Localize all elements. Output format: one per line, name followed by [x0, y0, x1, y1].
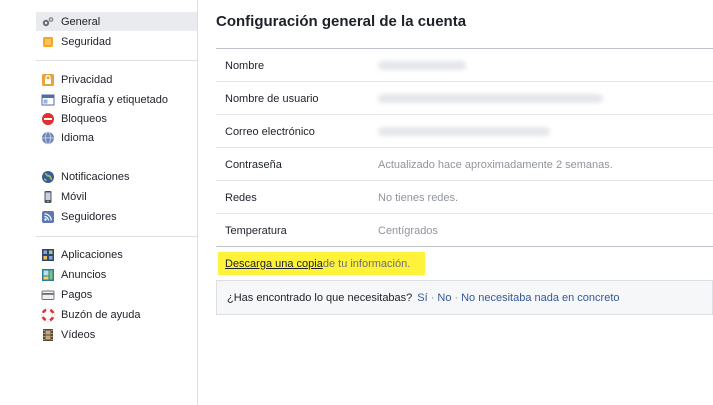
sidebar-item-label: Anuncios	[61, 268, 107, 281]
setting-label: Redes	[225, 192, 257, 204]
sidebar-item-apps[interactable]: Aplicaciones	[36, 245, 197, 264]
apps-icon	[41, 248, 55, 262]
sidebar-item-label: General	[61, 15, 101, 28]
sidebar-item-label: Aplicaciones	[61, 248, 123, 261]
download-info-highlight: Descarga una copia de tu información.	[218, 252, 425, 275]
sidebar-item-label: Móvil	[61, 190, 87, 203]
phone-icon	[41, 190, 55, 204]
sidebar-item-general[interactable]: General	[36, 12, 197, 31]
sidebar-item-followers[interactable]: Seguidores	[36, 207, 197, 226]
sidebar-item-privacy[interactable]: Privacidad	[36, 70, 197, 89]
gears-icon	[41, 15, 55, 29]
sidebar-item-mobile[interactable]: Móvil	[36, 187, 197, 206]
download-copy-link[interactable]: Descarga una copia	[225, 258, 323, 270]
redacted-value	[378, 127, 550, 136]
block-icon	[41, 112, 55, 126]
setting-label: Nombre de usuario	[225, 93, 319, 105]
settings-main: Configuración general de la cuenta Nombr…	[216, 0, 713, 405]
sidebar-item-language[interactable]: Idioma	[36, 128, 197, 147]
feedback-yes-link[interactable]: Sí	[417, 292, 427, 304]
setting-label: Nombre	[225, 60, 265, 72]
sidebar-item-blocking[interactable]: Bloqueos	[36, 109, 197, 128]
setting-row-temperature[interactable]: Temperatura Centígrados	[216, 214, 713, 247]
card-icon	[41, 288, 55, 302]
sidebar-item-videos[interactable]: Vídeos	[36, 325, 197, 344]
globe-icon	[41, 131, 55, 145]
sidebar-item-label: Biografía y etiquetado	[61, 93, 169, 106]
feedback-question: ¿Has encontrado lo que necesitabas?	[227, 291, 413, 304]
settings-sidebar: General Seguridad Privacidad Biografía y…	[0, 0, 198, 405]
sidebar-item-label: Privacidad	[61, 73, 113, 86]
sidebar-item-label: Seguridad	[61, 35, 112, 48]
sidebar-item-support-inbox[interactable]: Buzón de ayuda	[36, 305, 197, 324]
setting-row-name[interactable]: Nombre	[216, 49, 713, 82]
setting-row-email[interactable]: Correo electrónico	[216, 115, 713, 148]
setting-label: Correo electrónico	[225, 126, 315, 138]
sidebar-item-label: Notificaciones	[61, 170, 130, 183]
separator-dot: ·	[430, 291, 435, 304]
film-icon	[41, 328, 55, 342]
feedback-nothing-link[interactable]: No necesitaba nada en concreto	[461, 292, 619, 304]
page-title: Configuración general de la cuenta	[216, 13, 467, 30]
setting-value: Centígrados	[378, 225, 438, 237]
badge-icon	[41, 35, 55, 49]
sidebar-item-notifications[interactable]: Notificaciones	[36, 167, 197, 186]
sidebar-item-label: Bloqueos	[61, 112, 107, 125]
setting-value: Actualizado hace aproximadamente 2 seman…	[378, 159, 613, 171]
setting-row-networks[interactable]: Redes No tienes redes.	[216, 181, 713, 214]
rss-icon	[41, 210, 55, 224]
setting-value: No tienes redes.	[378, 192, 459, 204]
download-copy-text: de tu información.	[322, 257, 411, 270]
sidebar-item-label: Vídeos	[61, 328, 96, 341]
lock-icon	[41, 73, 55, 87]
lifebuoy-icon	[41, 307, 55, 322]
setting-row-username[interactable]: Nombre de usuario	[216, 82, 713, 115]
ads-icon	[41, 268, 55, 282]
world-icon	[41, 170, 55, 184]
timeline-icon	[41, 93, 55, 107]
sidebar-divider	[36, 236, 197, 237]
sidebar-item-label: Idioma	[61, 131, 95, 144]
feedback-bar: ¿Has encontrado lo que necesitabas? Sí ·…	[216, 280, 713, 315]
feedback-no-link[interactable]: No	[437, 292, 451, 304]
separator-dot: ·	[454, 291, 459, 304]
redacted-value	[378, 94, 603, 103]
table-bottom-border	[216, 246, 713, 247]
sidebar-item-ads[interactable]: Anuncios	[36, 265, 197, 284]
sidebar-divider	[36, 60, 197, 61]
setting-row-password[interactable]: Contraseña Actualizado hace aproximadame…	[216, 148, 713, 181]
setting-label: Temperatura	[225, 225, 287, 237]
sidebar-item-payments[interactable]: Pagos	[36, 285, 197, 304]
setting-label: Contraseña	[225, 159, 282, 171]
sidebar-item-label: Seguidores	[61, 210, 117, 223]
settings-table: Nombre Nombre de usuario Correo electrón…	[216, 48, 713, 247]
sidebar-item-label: Buzón de ayuda	[61, 308, 141, 321]
sidebar-item-timeline[interactable]: Biografía y etiquetado	[36, 90, 197, 109]
sidebar-item-label: Pagos	[61, 288, 93, 301]
redacted-value	[378, 61, 466, 70]
sidebar-item-security[interactable]: Seguridad	[36, 32, 197, 51]
